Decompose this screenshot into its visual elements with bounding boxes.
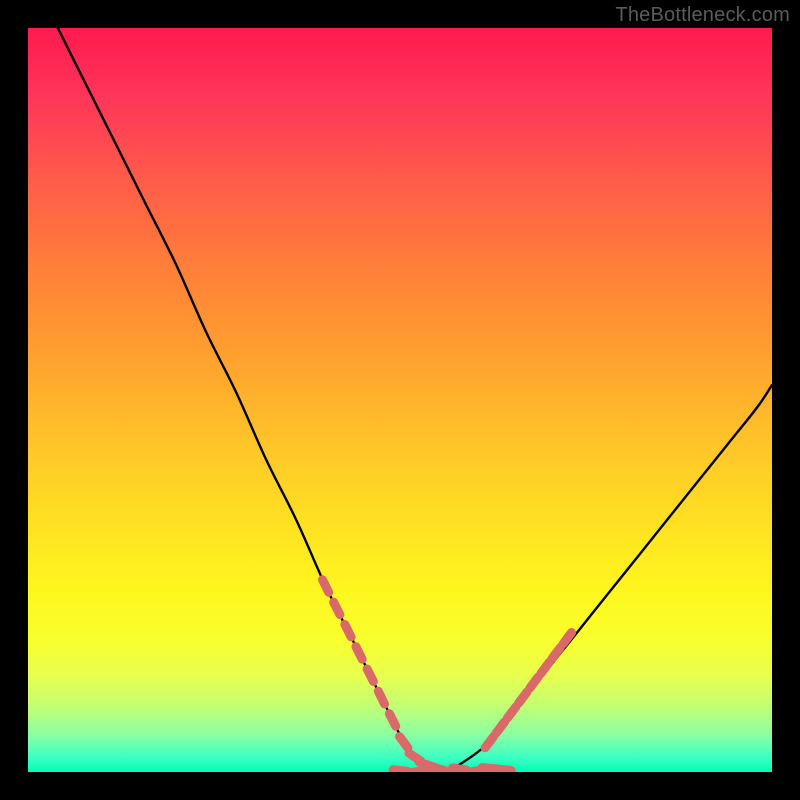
- highlight-dots: [323, 580, 572, 772]
- highlight-dash: [485, 737, 493, 748]
- bottleneck-curve: [58, 28, 772, 772]
- chart-svg: [28, 28, 772, 772]
- highlight-dash: [356, 647, 362, 660]
- highlight-dash: [323, 580, 329, 593]
- highlight-dash: [378, 691, 384, 704]
- highlight-dash: [552, 647, 560, 658]
- highlight-dash: [530, 677, 538, 688]
- highlight-dash: [334, 602, 340, 615]
- chart-plot-area: [28, 28, 772, 772]
- highlight-dash: [507, 707, 515, 718]
- highlight-dash: [496, 722, 504, 733]
- highlight-dash: [367, 669, 373, 682]
- highlight-dash: [389, 714, 395, 727]
- highlight-dash: [497, 769, 511, 770]
- highlight-dash: [541, 662, 549, 673]
- highlight-dash: [400, 737, 408, 748]
- highlight-dash: [519, 692, 527, 703]
- highlight-dash: [345, 624, 351, 637]
- watermark-text: TheBottleneck.com: [615, 4, 790, 27]
